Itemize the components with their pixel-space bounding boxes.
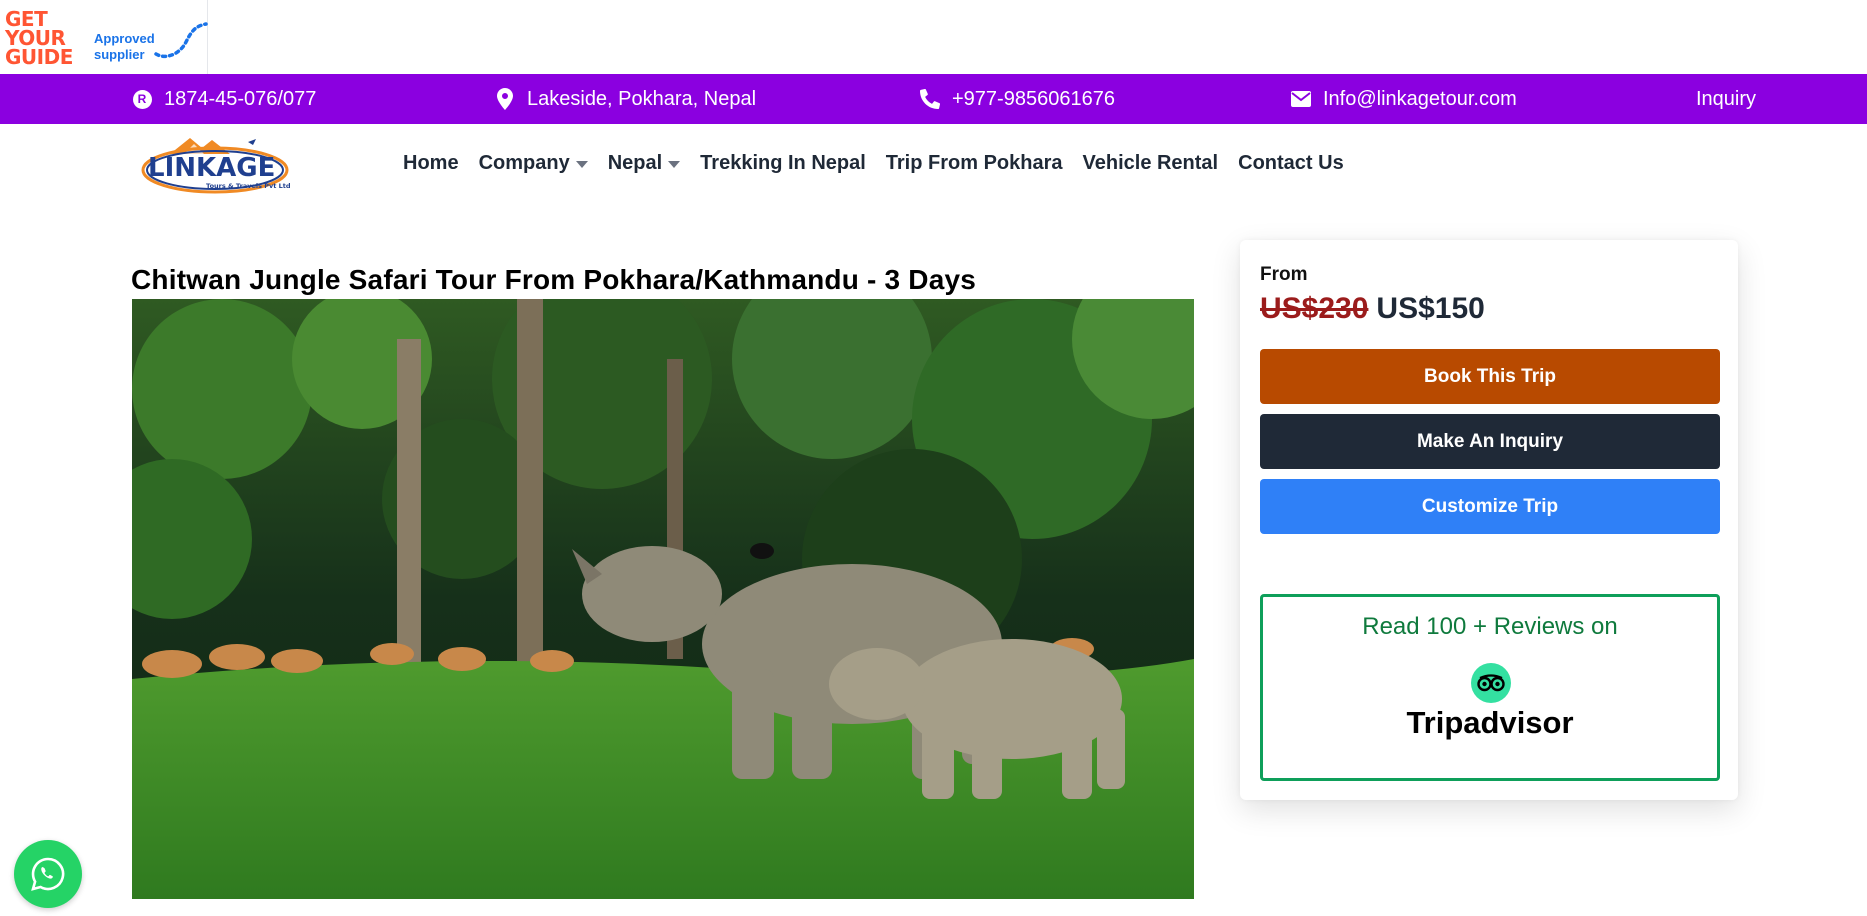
nav-item-nepal[interactable]: Nepal — [608, 152, 681, 175]
address-text: Lakeside, Pokhara, Nepal — [527, 87, 757, 110]
registration-number: R 1874-45-076/077 — [131, 74, 316, 124]
getyourguide-logo: GET YOUR GUIDE — [5, 7, 73, 69]
inquiry-link[interactable]: Inquiry — [1696, 74, 1756, 124]
linkage-logo[interactable]: LINKAGE Tours & Travels Pvt Ltd — [140, 132, 290, 198]
dotted-path-icon — [154, 22, 208, 59]
customize-trip-button[interactable]: Customize Trip — [1260, 479, 1720, 534]
phone-icon — [919, 88, 941, 110]
nav-item-trekking[interactable]: Trekking In Nepal — [700, 152, 866, 175]
nav-item-company[interactable]: Company — [479, 152, 588, 175]
map-pin-icon — [494, 88, 516, 110]
phone-text: +977-9856061676 — [952, 87, 1115, 110]
getyourguide-badge[interactable]: GET YOUR GUIDE Approved supplier — [0, 0, 208, 74]
approved-supplier-label: Approved supplier — [94, 31, 155, 62]
address-link[interactable]: Lakeside, Pokhara, Nepal — [494, 74, 756, 124]
nav-menu: Home Company Nepal Trekking In Nepal Tri… — [403, 152, 1344, 175]
booking-card: From US$230 US$150 Book This Trip Make An… — [1240, 240, 1738, 800]
make-an-inquiry-button[interactable]: Make An Inquiry — [1260, 414, 1720, 469]
book-this-trip-button[interactable]: Book This Trip — [1260, 349, 1720, 404]
nav-item-home[interactable]: Home — [403, 152, 459, 175]
phone-link[interactable]: +977-9856061676 — [919, 74, 1115, 124]
rhino-scene-illustration — [132, 299, 1194, 899]
hero-image — [132, 299, 1194, 899]
whatsapp-icon — [31, 857, 65, 891]
svg-text:Tours & Travels Pvt Ltd: Tours & Travels Pvt Ltd — [206, 182, 290, 190]
caret-down-icon — [668, 161, 681, 168]
old-price: US$230 — [1260, 292, 1369, 325]
main-navigation: LINKAGE Tours & Travels Pvt Ltd Home Com… — [0, 124, 1867, 202]
nav-item-contact[interactable]: Contact Us — [1238, 152, 1344, 175]
partner-badge-bar: GET YOUR GUIDE Approved supplier — [0, 0, 1867, 74]
tripadvisor-reviews-box[interactable]: Read 100 + Reviews on Tripadvisor — [1260, 594, 1720, 781]
svg-text:LINKAGE: LINKAGE — [148, 153, 275, 183]
new-price: US$150 — [1376, 292, 1485, 325]
registered-icon: R — [131, 88, 153, 110]
envelope-icon — [1290, 88, 1312, 110]
registration-text: 1874-45-076/077 — [164, 87, 317, 110]
email-link[interactable]: Info@linkagetour.com — [1290, 74, 1517, 124]
contact-info-bar: R 1874-45-076/077 Lakeside, Pokhara, Nep… — [0, 74, 1867, 124]
email-text: Info@linkagetour.com — [1323, 87, 1517, 110]
from-label: From — [1260, 264, 1308, 285]
whatsapp-button[interactable] — [14, 840, 82, 908]
page-title: Chitwan Jungle Safari Tour From Pokhara/… — [131, 264, 977, 295]
inquiry-text: Inquiry — [1696, 87, 1757, 110]
nav-item-trip-from-pokhara[interactable]: Trip From Pokhara — [886, 152, 1063, 175]
nav-item-vehicle-rental[interactable]: Vehicle Rental — [1083, 152, 1219, 175]
price: US$230 US$150 — [1260, 292, 1485, 326]
caret-down-icon — [575, 161, 588, 168]
reviews-text: Read 100 + Reviews on — [1362, 613, 1618, 640]
tripadvisor-label: Tripadvisor — [1406, 705, 1574, 740]
tripadvisor-owl-icon — [1471, 663, 1511, 703]
